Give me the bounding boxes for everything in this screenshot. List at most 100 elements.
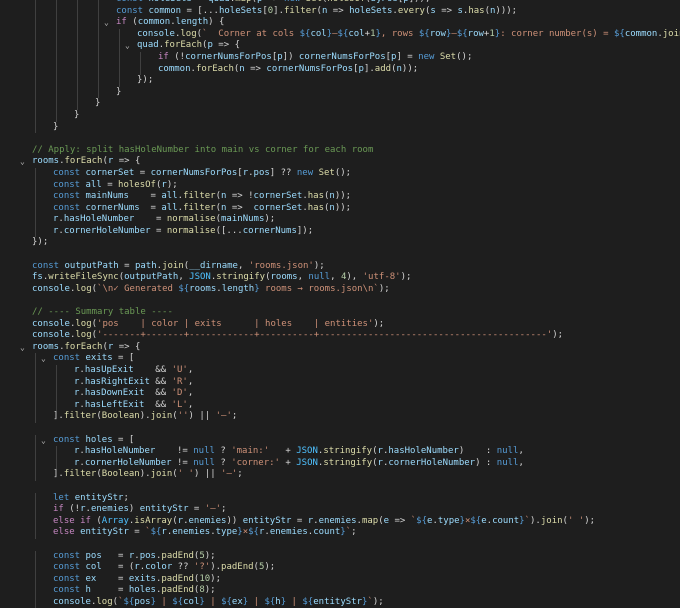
code-token: ${: [418, 28, 430, 39]
code-line[interactable]: console.log('pos | color | exits | holes…: [0, 319, 680, 331]
code-line[interactable]: const all = holesOf(r);: [0, 179, 680, 192]
code-line[interactable]: });: [0, 75, 680, 87]
line-text: console.log(`\n✓ Generated ${rooms.lengt…: [0, 284, 680, 296]
code-line[interactable]: console.log(`\n✓ Generated ${rooms.lengt…: [0, 284, 680, 296]
line-text: // ---- Summary table ----: [0, 307, 680, 319]
line-text: const holes = [: [0, 435, 680, 447]
code-line[interactable]: ].filter(Boolean).join('') || '–';: [0, 411, 680, 423]
code-line[interactable]: let entityStr;: [0, 492, 680, 505]
code-token: count: [313, 527, 341, 538]
code-line[interactable]: [0, 295, 680, 307]
code-line[interactable]: }: [0, 86, 680, 99]
code-line[interactable]: r.hasRightExit && 'R',: [0, 376, 680, 389]
code-line[interactable]: const h = holes.padEnd(8);: [0, 585, 680, 597]
code-token: filter: [63, 411, 97, 422]
code-line[interactable]: if (!r.enemies) entityStr = '–';: [0, 504, 680, 516]
code-token: __dirname: [189, 260, 238, 271]
code-token: ${: [172, 596, 184, 607]
code-line[interactable]: });: [0, 237, 680, 249]
code-line[interactable]: console.log('-------+-------+-----------…: [0, 330, 680, 342]
code-line[interactable]: r.hasHoleNumber != null ? 'main:' + JSON…: [0, 446, 680, 458]
code-token: outputPath: [64, 260, 119, 271]
code-line[interactable]: const col = (r.color ?? '?').padEnd(5);: [0, 562, 680, 574]
code-line[interactable]: const mainNums = all.filter(n => !corner…: [0, 191, 680, 203]
code-token: =: [150, 225, 167, 236]
line-text: console.log('pos | color | exits | holes…: [0, 319, 680, 331]
code-line[interactable]: const common = [...holeSets[0].filter(n …: [0, 5, 680, 18]
code-line[interactable]: }: [0, 121, 680, 134]
code-line[interactable]: console.log(`${pos} | ${col} | ${ex} | $…: [0, 596, 680, 608]
code-token: ,: [187, 376, 194, 387]
code-line[interactable]: fs.writeFileSync(outputPath, JSON.string…: [0, 272, 680, 284]
code-token: console: [137, 28, 175, 39]
line-text: common.forEach(n => cornerNumsForPos[p].…: [0, 64, 680, 76]
code-token: ]): [282, 51, 299, 62]
code-token: padEnd: [161, 585, 194, 596]
code-token: cornerSet: [85, 167, 135, 178]
code-line[interactable]: else entityStr = `${r.enemies.type}×${r.…: [0, 527, 680, 539]
code-line[interactable]: }: [0, 98, 680, 110]
code-token: ,: [178, 272, 190, 283]
code-editor[interactable]: const holeSets = quad.map(p => new Set(h…: [0, 0, 680, 608]
code-token: hasRightExit: [84, 376, 150, 387]
code-line[interactable]: common.forEach(n => cornerNumsForPos[p].…: [0, 63, 680, 76]
code-line[interactable]: ⌄ quad.forEach(p => {: [0, 40, 680, 52]
code-line[interactable]: ].filter(Boolean).join(' ') || '–';: [0, 469, 680, 481]
line-text: const pos = r.pos.padEnd(5);: [0, 551, 680, 563]
code-token: stringify: [323, 457, 373, 468]
code-token: )): [226, 515, 243, 526]
code-line[interactable]: r.hasHoleNumber = normalise(mainNums);: [0, 214, 680, 226]
code-token: const: [53, 191, 86, 202]
code-line[interactable]: const pos = r.pos.padEnd(5);: [0, 550, 680, 563]
code-token: cornerSet: [253, 202, 303, 213]
code-token: `\n✓ Generated: [97, 283, 179, 294]
code-token: 'U': [171, 365, 188, 375]
indent-guides: [0, 133, 680, 145]
code-line[interactable]: // ---- Summary table ----: [0, 307, 680, 319]
code-line[interactable]: [0, 481, 680, 493]
code-line[interactable]: r.hasLeftExit && 'L',: [0, 399, 680, 412]
code-line[interactable]: else if (Array.isArray(r.enemies)) entit…: [0, 515, 680, 528]
code-token: log: [75, 283, 92, 294]
code-token: =>: [262, 0, 284, 4]
code-line[interactable]: r.cornerHoleNumber = normalise([...corne…: [0, 225, 680, 238]
code-token: ${: [123, 596, 135, 607]
code-token: console: [32, 283, 70, 294]
code-token: , rows: [380, 28, 419, 39]
code-line[interactable]: ⌄ const exits = [: [0, 353, 680, 365]
code-line[interactable]: r.cornerHoleNumber != null ? 'corner:' +…: [0, 457, 680, 470]
code-token: ?: [214, 457, 232, 468]
code-line[interactable]: const cornerNums = all.filter(n => corne…: [0, 202, 680, 215]
code-line[interactable]: const ex = exits.padEnd(10);: [0, 573, 680, 586]
code-line[interactable]: [0, 423, 680, 435]
code-token: 'R': [171, 376, 188, 387]
code-line[interactable]: ⌄ rooms.forEach(r => {: [0, 342, 680, 354]
code-token: mainNums: [221, 214, 265, 225]
code-line[interactable]: ⌄ const holes = [: [0, 434, 680, 447]
code-line[interactable]: r.hasUpExit && 'U',: [0, 365, 680, 377]
code-line[interactable]: }: [0, 109, 680, 122]
code-line[interactable]: ⌄ if (common.length) {: [0, 17, 680, 29]
code-token: =>: [226, 202, 254, 213]
code-line[interactable]: ⌄ rooms.forEach(r => {: [0, 156, 680, 168]
code-line[interactable]: const cornerSet = cornerNumsForPos[r.pos…: [0, 167, 680, 180]
code-token: isArray: [134, 515, 173, 526]
code-token: new: [418, 51, 440, 62]
code-token: );: [210, 573, 222, 584]
code-line[interactable]: console.log(` Corner at cols ${col}–${co…: [0, 28, 680, 41]
code-token: holeSets: [149, 0, 192, 4]
code-area[interactable]: const holeSets = quad.map(p => new Set(h…: [0, 0, 680, 608]
code-line[interactable]: [0, 249, 680, 261]
code-line[interactable]: [0, 539, 680, 551]
code-line[interactable]: r.hasDownExit && 'D',: [0, 388, 680, 400]
indent-guides: [0, 481, 680, 493]
code-token: if: [158, 51, 175, 62]
code-line[interactable]: const outputPath = path.join(__dirname, …: [0, 261, 680, 273]
code-token: '-------+-------+------------+----------…: [97, 330, 553, 341]
code-line[interactable]: if (!cornerNumsForPos[p]) cornerNumsForP…: [0, 51, 680, 64]
code-token: ]));: [409, 0, 431, 4]
code-token: ): [128, 504, 140, 515]
code-line[interactable]: [0, 133, 680, 145]
code-token: pos: [134, 596, 151, 607]
code-line[interactable]: // Apply: split hasHoleNumber into main …: [0, 145, 680, 157]
